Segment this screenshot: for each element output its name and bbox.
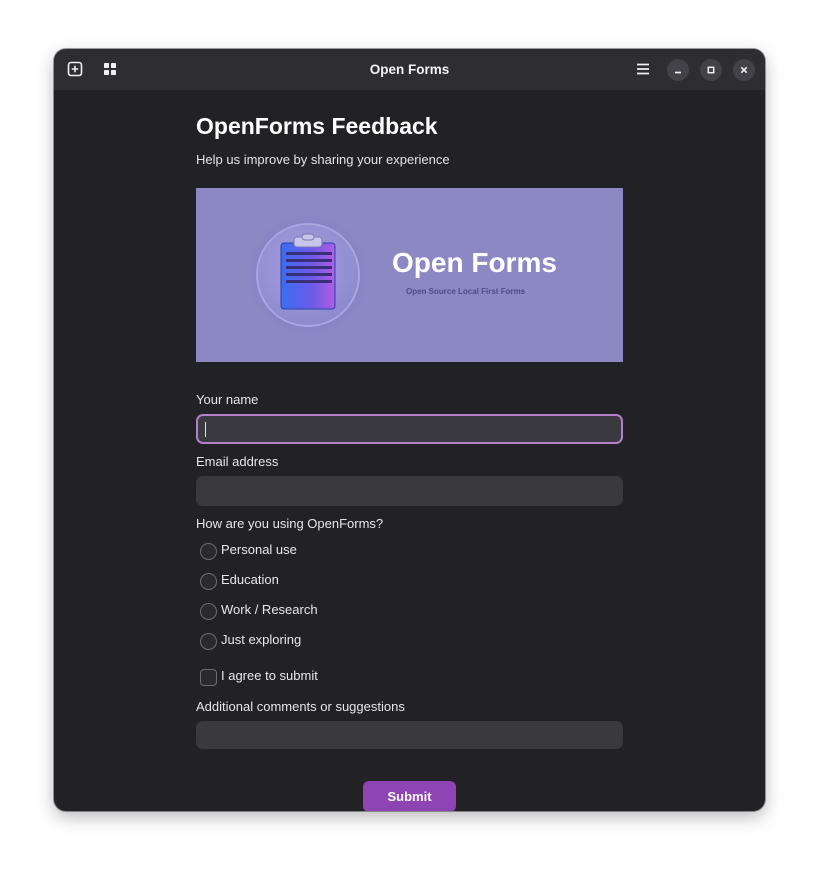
minimize-icon (675, 71, 681, 74)
maximize-button[interactable] (700, 59, 722, 81)
close-icon (740, 66, 748, 74)
submit-button[interactable]: Submit (363, 781, 456, 811)
comments-field[interactable] (196, 721, 623, 749)
clipboard-icon (280, 233, 336, 310)
usage-question-label: How are you using OpenForms? (196, 516, 384, 531)
email-label: Email address (196, 454, 279, 469)
radio-button[interactable] (200, 543, 217, 560)
name-field[interactable] (196, 414, 623, 444)
radio-label: Work / Research (221, 602, 318, 617)
text-cursor (205, 422, 206, 437)
agree-checkbox[interactable] (200, 669, 217, 686)
page-title: OpenForms Feedback (196, 113, 438, 139)
radio-label: Just exploring (221, 632, 302, 647)
banner-logo (258, 225, 358, 325)
banner-subtitle: Open Source Local First Forms (406, 287, 526, 296)
banner-image: Open Forms Open Source Local First Forms (196, 188, 623, 362)
minimize-button[interactable] (667, 59, 689, 81)
titlebar: Open Forms (54, 49, 765, 90)
close-button[interactable] (733, 59, 755, 81)
new-tab-icon[interactable] (67, 61, 83, 77)
grid-icon[interactable] (102, 61, 118, 77)
page-subtitle: Help us improve by sharing your experien… (196, 152, 450, 167)
radio-label: Education (221, 572, 279, 587)
radio-button[interactable] (200, 603, 217, 620)
radio-button[interactable] (200, 573, 217, 590)
radio-button[interactable] (200, 633, 217, 650)
app-window: Open Forms OpenForms Feedback Help us im… (54, 49, 765, 811)
comments-label: Additional comments or suggestions (196, 699, 405, 714)
email-field[interactable] (196, 476, 623, 506)
maximize-icon (707, 66, 715, 74)
window-title: Open Forms (369, 62, 450, 77)
banner-title: Open Forms (392, 247, 557, 278)
agree-label: I agree to submit (221, 668, 318, 683)
name-label: Your name (196, 392, 259, 407)
radio-label: Personal use (221, 542, 297, 557)
hamburger-menu-icon[interactable] (635, 61, 651, 77)
